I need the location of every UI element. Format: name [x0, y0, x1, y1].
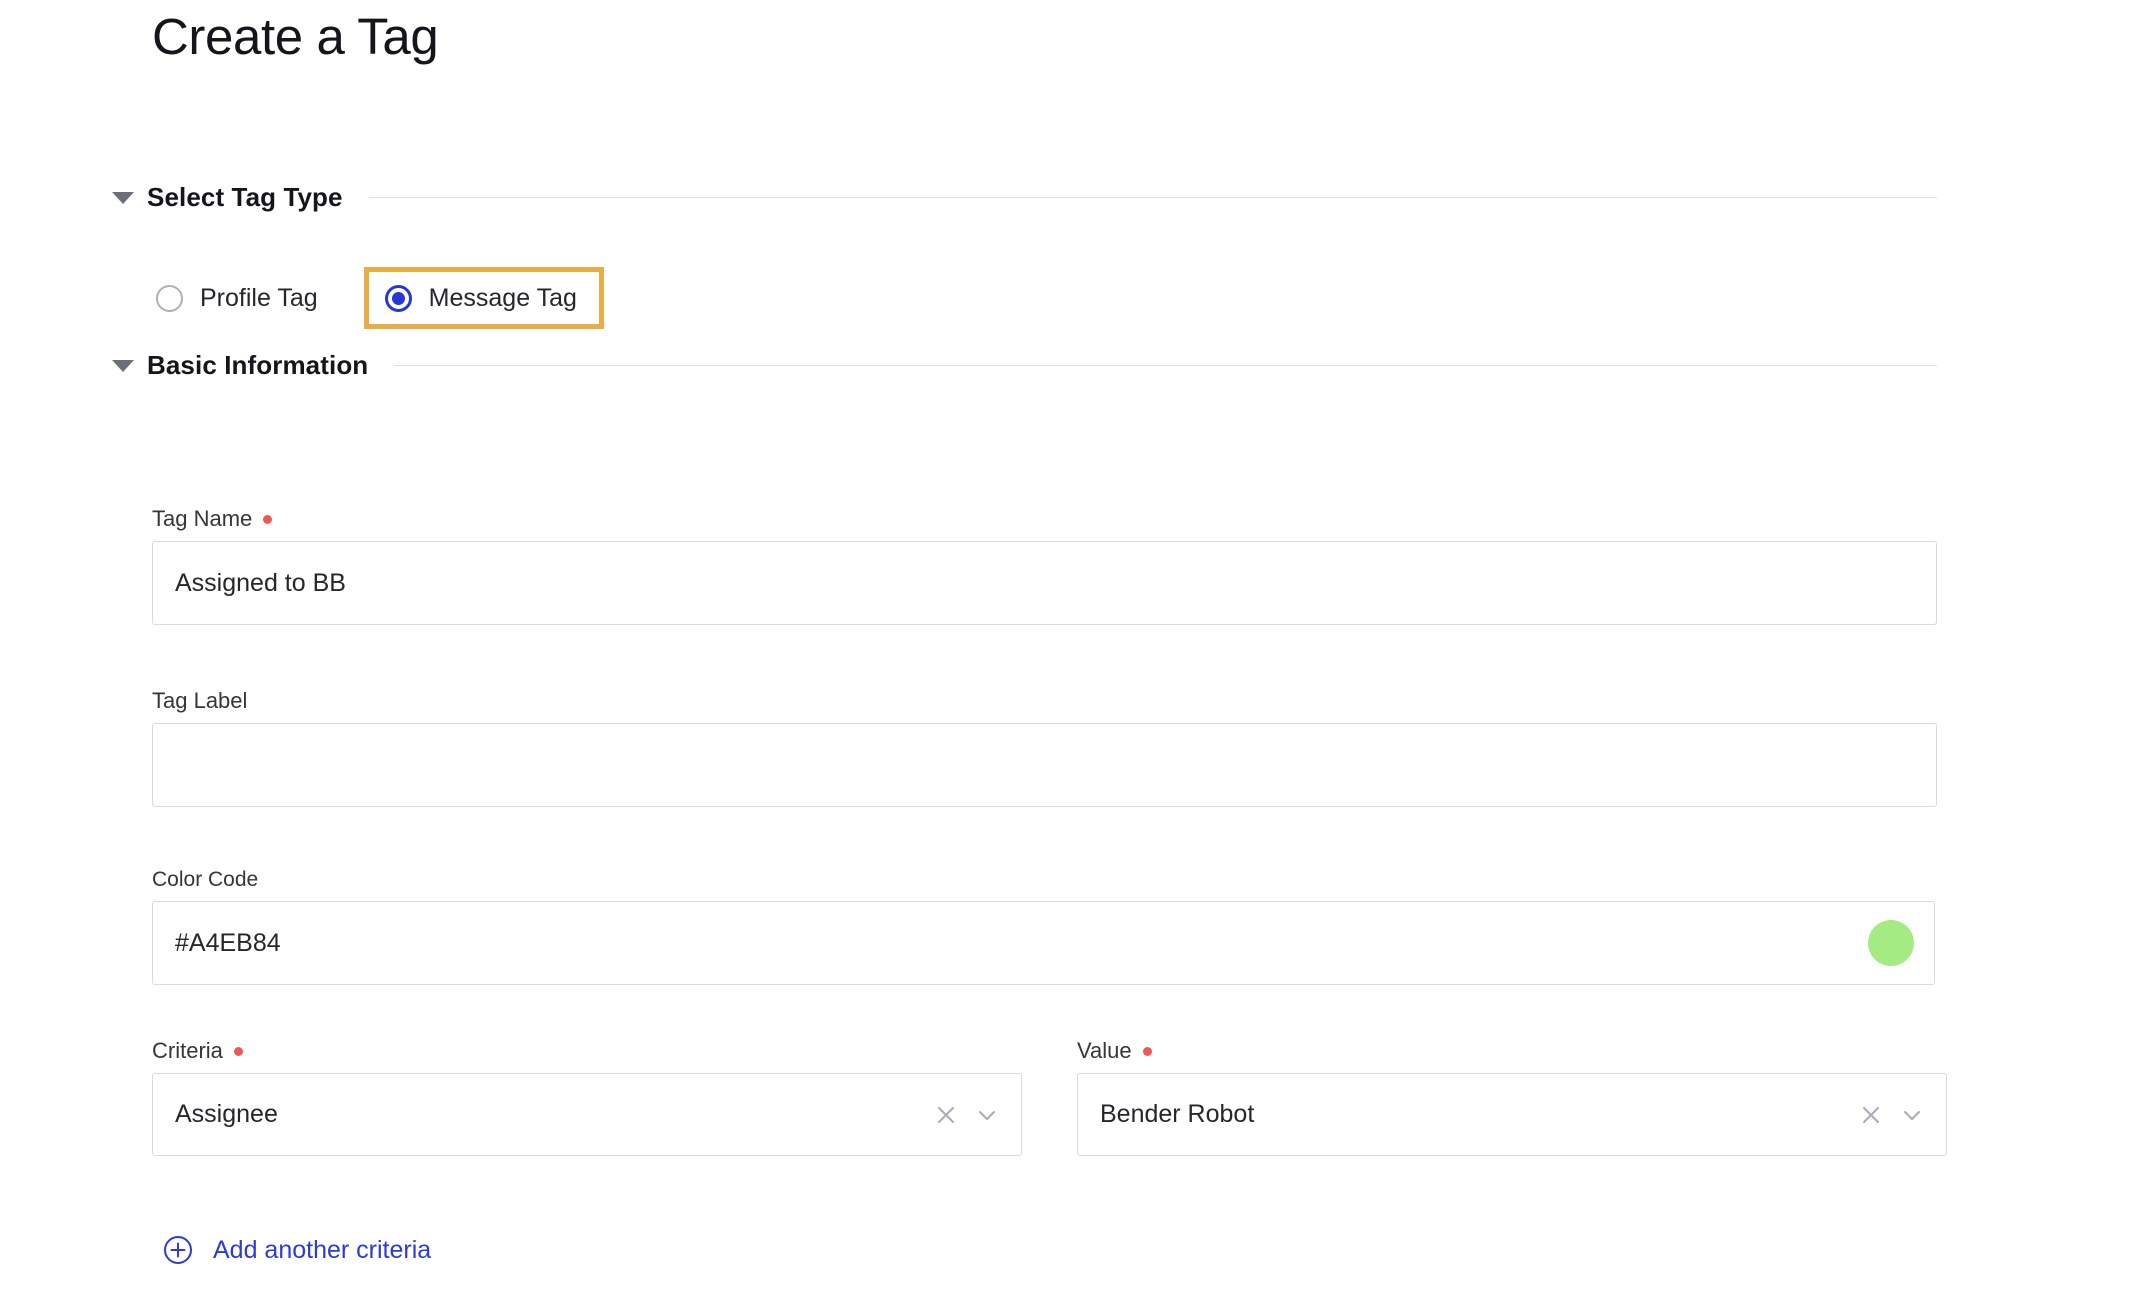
chevron-down-icon[interactable] [1900, 1103, 1924, 1127]
caret-down-icon[interactable] [112, 359, 134, 372]
chevron-down-icon[interactable] [975, 1103, 999, 1127]
close-icon[interactable] [935, 1104, 957, 1126]
color-code-input[interactable]: #A4EB84 [152, 901, 1935, 985]
add-another-criteria-label: Add another criteria [213, 1235, 432, 1264]
required-indicator [1142, 1046, 1152, 1056]
field-label-value: Value [1077, 1040, 1947, 1062]
label-text: Tag Label [152, 688, 248, 713]
criteria-select[interactable]: Assignee [152, 1073, 1022, 1156]
tag-type-radio-group: Profile Tag Message Tag [152, 267, 604, 329]
label-text: Color Code [152, 868, 259, 891]
caret-down-icon[interactable] [112, 191, 134, 204]
close-icon[interactable] [1860, 1104, 1882, 1126]
page-title: Create a Tag [152, 8, 439, 65]
value-select-controls [1860, 1103, 1924, 1127]
radio-label-message-tag: Message Tag [428, 283, 577, 312]
create-tag-page: Create a Tag Select Tag Type Profile Tag… [0, 0, 2136, 1290]
section-divider [368, 197, 1937, 198]
field-tag-name: Tag Name Assigned to BB [152, 508, 1937, 625]
tag-label-input[interactable] [152, 723, 1937, 807]
field-label-tag-label: Tag Label [152, 690, 1937, 712]
required-indicator [263, 514, 273, 524]
label-text: Value [1077, 1038, 1132, 1063]
field-label-criteria: Criteria [152, 1040, 1022, 1062]
section-title: Select Tag Type [147, 182, 343, 212]
radio-icon-selected[interactable] [384, 284, 412, 312]
color-swatch[interactable] [1868, 920, 1914, 966]
criteria-select-controls [935, 1103, 999, 1127]
criteria-value: Assignee [175, 1100, 278, 1128]
label-text: Criteria [152, 1038, 223, 1063]
radio-option-profile-tag[interactable]: Profile Tag [152, 270, 322, 326]
field-label-tag-name: Tag Name [152, 508, 1937, 530]
section-title: Basic Information [147, 350, 369, 380]
field-tag-label: Tag Label [152, 690, 1937, 807]
radio-icon-unselected[interactable] [156, 284, 183, 312]
add-another-criteria-button[interactable]: Add another criteria [163, 1235, 431, 1265]
field-value: Value Bender Robot [1077, 1040, 1947, 1156]
color-code-value: #A4EB84 [175, 928, 281, 957]
tag-name-input[interactable]: Assigned to BB [152, 541, 1937, 625]
value-value: Bender Robot [1100, 1100, 1255, 1128]
section-divider [394, 365, 1937, 366]
section-header-select-tag-type[interactable]: Select Tag Type [112, 182, 1937, 213]
field-color-code: Color Code #A4EB84 [152, 869, 1935, 985]
field-criteria: Criteria Assignee [152, 1040, 1022, 1156]
tag-name-value: Assigned to BB [175, 568, 346, 597]
value-select[interactable]: Bender Robot [1077, 1073, 1947, 1156]
field-label-color-code: Color Code [152, 869, 1935, 890]
radio-label-profile-tag: Profile Tag [200, 283, 318, 312]
required-indicator [233, 1046, 243, 1056]
plus-circle-icon[interactable] [163, 1235, 193, 1265]
section-header-basic-information[interactable]: Basic Information [112, 350, 1937, 381]
radio-option-message-tag[interactable]: Message Tag [363, 267, 604, 329]
label-text: Tag Name [152, 506, 253, 531]
